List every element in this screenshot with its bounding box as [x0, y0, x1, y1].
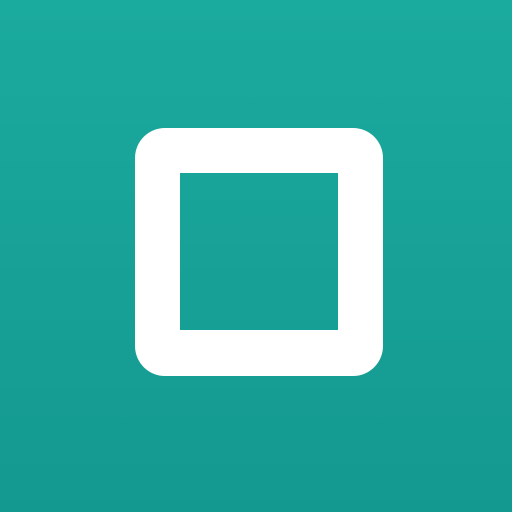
app-icon [0, 0, 512, 512]
square-outline-icon [135, 128, 383, 376]
